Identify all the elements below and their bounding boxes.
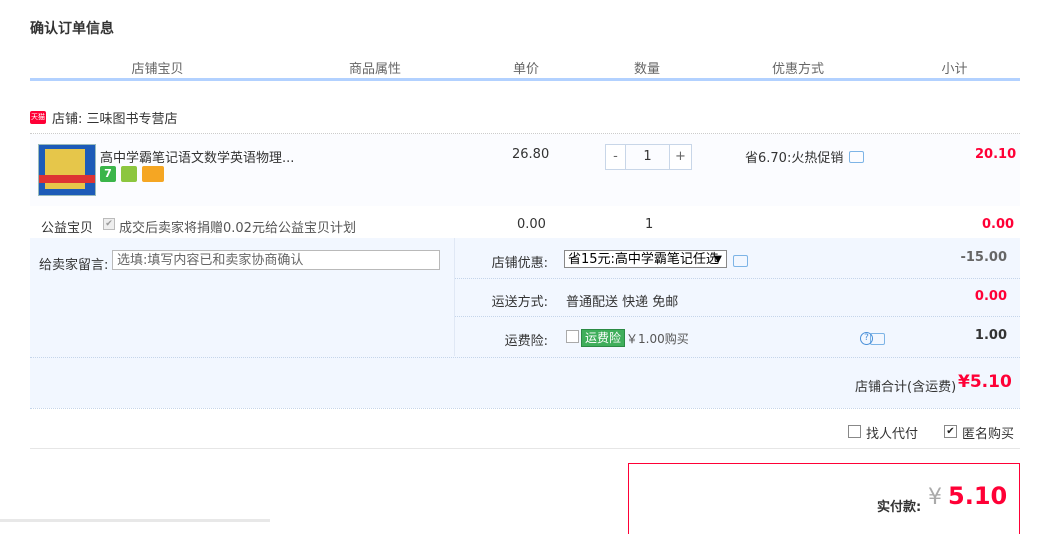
- store-discount-select[interactable]: 省15元:高中学霸笔记任选 ▼: [564, 250, 727, 268]
- message-to-seller-input[interactable]: 选填:填写内容已和卖家协商确认: [112, 250, 440, 270]
- header-subtotal: 小计: [941, 62, 968, 77]
- header-quantity: 数量: [633, 62, 660, 77]
- order-table-header: 店铺宝贝 商品属性 单价 数量 优惠方式 小计: [30, 54, 1020, 81]
- charity-subtotal: 0.00: [982, 217, 1015, 232]
- quantity-decrease-button[interactable]: -: [605, 144, 625, 170]
- credit-card-icon[interactable]: [142, 166, 164, 182]
- store-total-value: ¥5.10: [958, 372, 1012, 392]
- payment-label: 实付款:: [877, 500, 922, 515]
- divider: [455, 278, 1020, 279]
- charity-text: 成交后卖家将捐赠0.02元给公益宝贝计划: [119, 221, 356, 236]
- charity-price: 0.00: [517, 217, 546, 232]
- charity-checkbox: ✔: [103, 218, 115, 230]
- divider: [30, 357, 1020, 358]
- divider: [30, 448, 1020, 449]
- shipping-method: 普通配送 快递 免邮: [566, 295, 679, 310]
- guarantee-icon[interactable]: [121, 166, 137, 182]
- header-store-item: 店铺宝贝: [131, 62, 184, 77]
- 7-day-return-icon[interactable]: 7: [100, 166, 116, 182]
- payment-currency: ¥: [928, 485, 942, 510]
- insurance-price-text: ￥1.00购买: [626, 332, 689, 346]
- promotion-text: 省6.70:火热促销: [745, 151, 844, 166]
- tmall-icon: 天猫: [30, 111, 46, 124]
- promotion: 省6.70:火热促销: [745, 147, 865, 166]
- shipping-value: 0.00: [974, 289, 1007, 304]
- store-line: 天猫 店铺: 三味图书专营店: [30, 108, 178, 127]
- store-name[interactable]: 店铺: 三味图书专营店: [52, 108, 178, 127]
- item-subtotal: 20.10: [975, 147, 1017, 162]
- chat-icon[interactable]: [733, 255, 748, 267]
- quantity-increase-button[interactable]: +: [670, 144, 692, 170]
- panel-divider: [454, 238, 455, 356]
- dropdown-arrow-icon: ▼: [714, 254, 722, 265]
- anonymous-purchase-checkbox[interactable]: ✔: [944, 425, 957, 438]
- divider: [30, 408, 1020, 409]
- quantity-stepper: - 1 +: [605, 144, 692, 170]
- insurance-label: 运费险:: [504, 334, 548, 349]
- anonymous-purchase-label[interactable]: 匿名购买: [962, 423, 1014, 442]
- shipping-label: 运送方式:: [491, 295, 548, 310]
- proxy-pay-label[interactable]: 找人代付: [866, 423, 918, 442]
- proxy-pay-checkbox[interactable]: [848, 425, 861, 438]
- message-label: 给卖家留言:: [39, 258, 109, 273]
- quantity-input[interactable]: 1: [625, 144, 670, 170]
- header-unit-price: 单价: [512, 62, 539, 77]
- header-attributes: 商品属性: [348, 62, 401, 77]
- product-name-link[interactable]: 高中学霸笔记语文数学英语物理...: [100, 147, 294, 166]
- store-discount-value: -15.00: [960, 250, 1007, 265]
- header-discount: 优惠方式: [771, 62, 824, 77]
- store-total-label: 店铺合计(含运费): [855, 380, 957, 395]
- insurance-checkbox[interactable]: [566, 330, 579, 343]
- help-icon[interactable]: ?: [860, 332, 873, 345]
- page-title: 确认订单信息: [30, 21, 114, 37]
- payment-amount: 5.10: [948, 482, 1008, 510]
- store-discount-label: 店铺优惠:: [491, 256, 548, 271]
- insurance-badge: 运费险: [581, 329, 626, 347]
- item-row: [30, 134, 1020, 206]
- chat-icon[interactable]: [849, 150, 865, 163]
- product-thumbnail[interactable]: [38, 144, 96, 196]
- divider: [455, 316, 1020, 317]
- store-discount-selected: 省15元:高中学霸笔记任选: [568, 252, 719, 267]
- charity-label: 公益宝贝: [41, 221, 94, 236]
- unit-price: 26.80: [512, 147, 550, 162]
- charity-quantity: 1: [645, 217, 654, 232]
- insurance-value: 1.00: [974, 328, 1007, 343]
